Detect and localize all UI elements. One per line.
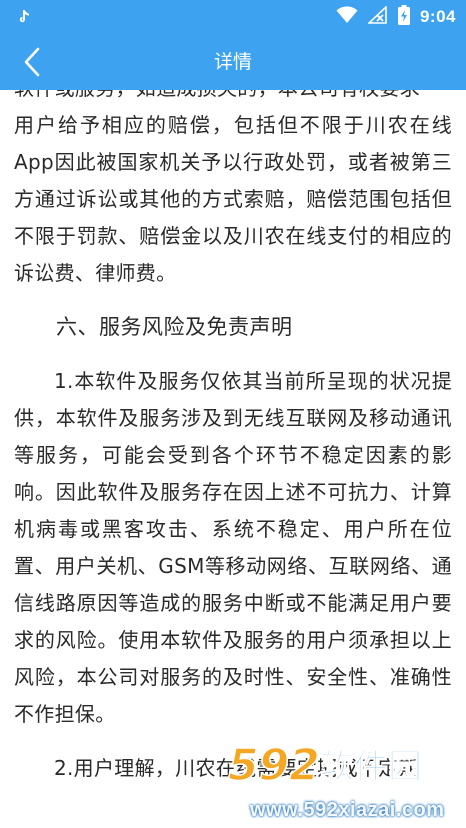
section-heading: 六、服务风险及免责声明 (56, 315, 293, 339)
screen: 9:04 详情 软件或服务，如造成损失的，本公司有权要求 用户给予相应的赔偿，包… (0, 0, 466, 828)
article-body: 软件或服务，如造成损失的，本公司有权要求 用户给予相应的赔偿，包括但不限于川农在… (14, 70, 452, 787)
wifi-icon (336, 6, 358, 28)
app-bar: 详情 (0, 34, 466, 90)
page-title: 详情 (213, 51, 252, 73)
paragraph-user-understanding: 2.用户理解，川农在线需要定期或不定期 (54, 756, 419, 780)
tiktok-icon (14, 7, 34, 27)
status-time: 9:04 (419, 7, 456, 26)
no-signal-icon (366, 5, 388, 28)
battery-charging-icon (397, 5, 410, 29)
paragraph-service-risk: 1.本软件及服务仅依其当前所呈现的状况提供，本软件及服务涉及到无线互联网及移动通… (14, 369, 452, 726)
status-bar: 9:04 (0, 0, 466, 34)
article-content[interactable]: 软件或服务，如造成损失的，本公司有权要求 用户给予相应的赔偿，包括但不限于川农在… (0, 70, 466, 828)
paragraph-compensation: 用户给予相应的赔偿，包括但不限于川农在线App因此被国家机关予以行政处罚，或者被… (14, 113, 452, 285)
